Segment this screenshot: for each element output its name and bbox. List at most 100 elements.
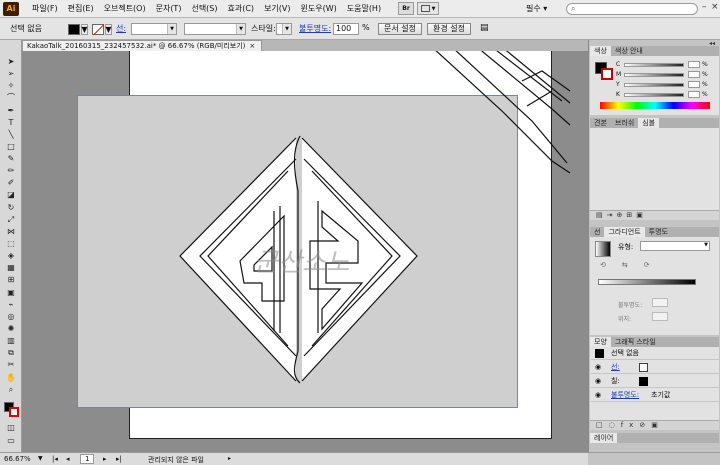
blob-brush-tool-icon[interactable]: ✐ [5, 177, 17, 188]
tab-swatches[interactable]: 견본 [590, 118, 611, 128]
next-artboard-icon[interactable]: ▸ [103, 455, 107, 463]
slice-tool-icon[interactable]: ✂ [5, 359, 17, 370]
first-artboard-icon[interactable]: |◂ [52, 455, 58, 463]
gradient-type-select[interactable]: ▼ [640, 241, 710, 251]
align-icon[interactable]: ▤ [480, 23, 489, 33]
selection-tool-icon[interactable]: ➤ [5, 56, 17, 67]
prev-artboard-icon[interactable]: ◂ [66, 455, 70, 463]
brush-field[interactable]: ▼ [184, 23, 246, 35]
arrange-documents-button[interactable]: ▼ [417, 2, 440, 15]
gradient-tool-icon[interactable]: ▣ [5, 287, 17, 298]
gradient-opacity-field[interactable] [652, 298, 668, 307]
stroke-color-swatch[interactable] [601, 68, 613, 80]
document-tab[interactable]: KakaoTalk_20160315_232457532.ai* @ 66.67… [22, 40, 263, 51]
opacity-input[interactable]: 100 [333, 23, 359, 35]
tab-graphic-styles[interactable]: 그래픽 스타일 [611, 337, 660, 347]
visibility-eye-icon[interactable]: ◉ [595, 375, 601, 387]
gradient-location-field[interactable] [652, 312, 668, 321]
menu-select[interactable]: 선택(S) [186, 3, 222, 14]
pen-tool-icon[interactable]: ✒ [5, 105, 17, 116]
menu-help[interactable]: 도움말(H) [342, 3, 386, 14]
lasso-tool-icon[interactable]: ⌒ [5, 92, 17, 103]
paintbrush-tool-icon[interactable]: ✎ [5, 153, 17, 164]
stroke-label[interactable]: 선: [116, 23, 126, 34]
tab-brushes[interactable]: 브러쉬 [611, 118, 638, 128]
artwork[interactable]: 군산소노 [22, 51, 588, 452]
tab-color-guide[interactable]: 색상 안내 [611, 46, 647, 56]
minimize-icon[interactable]: – [702, 2, 707, 12]
type-tool-icon[interactable]: T [5, 117, 17, 128]
mesh-tool-icon[interactable]: ⊞ [5, 274, 17, 285]
appearance-stroke-row[interactable]: ◉ 선: [591, 361, 720, 374]
drawing-modes-icon[interactable]: ◫ [5, 422, 17, 433]
opacity-label[interactable]: 불투명도: [299, 23, 331, 34]
cyan-slider[interactable]: C% [616, 61, 714, 69]
visibility-eye-icon[interactable]: ◉ [595, 389, 601, 401]
tab-appearance[interactable]: 모양 [590, 337, 611, 347]
tab-layers[interactable]: 레이어 [590, 433, 618, 443]
menu-view[interactable]: 보기(V) [259, 3, 295, 14]
menu-object[interactable]: 오브젝트(O) [99, 3, 151, 14]
menu-window[interactable]: 윈도우(W) [296, 3, 342, 14]
search-input[interactable]: ⌕ [566, 3, 698, 15]
stroke-swatch[interactable] [92, 24, 104, 35]
blend-tool-icon[interactable]: ◎ [5, 311, 17, 322]
preferences-button[interactable]: 환경 설정 [427, 23, 471, 35]
perspective-grid-tool-icon[interactable]: ▦ [5, 262, 17, 273]
bridge-button[interactable]: Br [398, 2, 415, 15]
tab-stroke[interactable]: 선 [590, 227, 604, 237]
line-tool-icon[interactable]: ╲ [5, 129, 17, 140]
color-spectrum[interactable] [600, 102, 710, 109]
appearance-opacity-row[interactable]: ◉ 불투명도: 초기값 [591, 389, 720, 402]
menu-type[interactable]: 문자(T) [151, 3, 187, 14]
last-artboard-icon[interactable]: ▸| [116, 455, 122, 463]
style-swatch[interactable]: ▼ [276, 23, 292, 35]
symbol-sprayer-tool-icon[interactable]: ✺ [5, 323, 17, 334]
fill-swatch[interactable] [68, 24, 80, 35]
fill-dropdown[interactable]: ▼ [81, 24, 88, 35]
close-window-icon[interactable]: × [711, 2, 719, 12]
eyedropper-tool-icon[interactable]: ⌁ [5, 299, 17, 310]
magenta-slider[interactable]: M% [616, 71, 714, 79]
workspace-switcher[interactable]: 필수 ▾ [526, 3, 547, 14]
stroke-weight-field[interactable]: ▼ [131, 23, 177, 35]
direct-selection-tool-icon[interactable]: ➢ [5, 68, 17, 79]
free-transform-tool-icon[interactable]: ⬚ [5, 238, 17, 249]
fill-black-swatch[interactable] [639, 377, 648, 386]
gradient-preview[interactable] [595, 241, 611, 257]
pencil-tool-icon[interactable]: ✏ [5, 165, 17, 176]
yellow-slider[interactable]: Y% [616, 81, 714, 89]
menu-file[interactable]: 파일(F) [27, 3, 63, 14]
menu-edit[interactable]: 편집(E) [63, 3, 99, 14]
tab-color[interactable]: 색상 [590, 46, 611, 56]
width-tool-icon[interactable]: ⋈ [5, 226, 17, 237]
document-setup-button[interactable]: 문서 설정 [378, 23, 422, 35]
column-graph-tool-icon[interactable]: ▥ [5, 335, 17, 346]
appearance-actions-icon[interactable]: □◌fx⊘▣ [596, 421, 664, 429]
stroke-dropdown[interactable]: ▼ [105, 24, 112, 35]
status-menu-icon[interactable]: ▸ [228, 455, 231, 462]
eraser-tool-icon[interactable]: ◪ [5, 189, 17, 200]
shape-builder-tool-icon[interactable]: ◈ [5, 250, 17, 261]
canvas[interactable]: 군산소노 [22, 51, 588, 452]
symbol-actions-icon[interactable]: ▤⇥⊕⊞▣ [596, 211, 647, 219]
zoom-dropdown-icon[interactable]: ▼ [38, 455, 43, 462]
close-tab-icon[interactable]: × [249, 42, 255, 50]
gradient-angle-icons[interactable]: ⟲⇆⟳ [600, 261, 666, 269]
artboard-number[interactable]: 1 [80, 454, 95, 464]
stroke-color-icon[interactable] [9, 407, 19, 417]
scale-tool-icon[interactable]: ⤢ [5, 214, 17, 225]
black-slider[interactable]: K% [616, 91, 714, 99]
zoom-tool-icon[interactable]: ⌕ [5, 384, 17, 395]
tab-symbols[interactable]: 심볼 [638, 118, 660, 128]
visibility-eye-icon[interactable]: ◉ [595, 361, 601, 373]
menu-effect[interactable]: 효과(C) [223, 3, 260, 14]
stroke-none-swatch[interactable] [639, 363, 648, 372]
gradient-slider[interactable] [598, 279, 696, 285]
rectangle-tool-icon[interactable]: □ [5, 141, 17, 152]
zoom-level[interactable]: 66.67% [4, 455, 31, 463]
tab-transparency[interactable]: 투명도 [645, 227, 672, 237]
magic-wand-tool-icon[interactable]: ✧ [5, 80, 17, 91]
rotate-tool-icon[interactable]: ↻ [5, 202, 17, 213]
appearance-fill-row[interactable]: ◉ 칠: [591, 375, 720, 388]
